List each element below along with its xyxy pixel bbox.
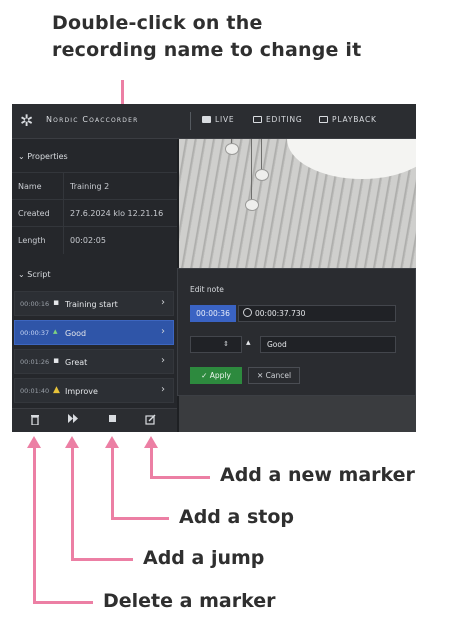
edit-note-title: Edit note — [190, 285, 224, 294]
jump-arrow-shaft — [71, 446, 74, 560]
edit-note-panel: Edit note 00:00:36 00:00:37.730 ⇕ ▴ Good… — [177, 268, 416, 396]
edit-icon — [253, 116, 262, 123]
nav-playback-label: PLAYBACK — [332, 115, 377, 124]
delete-arrow-leg — [33, 601, 93, 604]
property-divider — [63, 227, 64, 254]
script-heading[interactable]: ⌄ Script — [18, 270, 50, 279]
thumbs-up-icon: ▴ — [53, 327, 58, 337]
lamp — [255, 169, 269, 181]
nav-playback[interactable]: PLAYBACK — [319, 115, 377, 124]
warning-icon: ▲ — [53, 385, 60, 395]
chevron-updown-icon: ⇕ — [223, 340, 229, 348]
nav-editing[interactable]: EDITING — [253, 115, 303, 124]
rename-callout: Double-click on the recording name to ch… — [52, 10, 442, 64]
chevron-right-icon[interactable]: › — [161, 355, 165, 366]
cancel-button[interactable]: ✕ Cancel — [248, 367, 300, 384]
property-row-name[interactable]: Name Training 2 — [12, 172, 177, 200]
marker-item[interactable]: 00:01:40 ▲ Improve › — [14, 378, 174, 403]
brand-name: Nordic Coaccorder — [46, 115, 139, 124]
marker-time: 00:01:40 — [20, 387, 50, 395]
check-icon: ✓ — [201, 371, 210, 380]
lamp — [225, 143, 239, 155]
jump-arrow-leg — [71, 558, 133, 561]
marker-time: 00:00:37 — [20, 329, 50, 337]
marker-type-select[interactable]: ⇕ — [190, 336, 242, 353]
playback-icon — [319, 116, 328, 123]
camera-icon — [202, 116, 211, 123]
jump-icon[interactable] — [66, 414, 80, 428]
close-icon: ✕ — [256, 371, 266, 380]
marker-item[interactable]: 00:00:16 ▪ Training start › — [14, 291, 174, 316]
property-row-length: Length 00:02:05 — [12, 226, 177, 254]
marker-label-input[interactable]: Good — [260, 336, 396, 353]
cancel-label: Cancel — [265, 371, 292, 380]
lamp-wire — [251, 139, 252, 201]
stop-arrow-shaft — [111, 446, 114, 519]
jump-callout: Add a jump — [143, 547, 265, 569]
rename-callout-line-2: recording name to change it — [52, 39, 362, 61]
logo-icon: ✲ — [20, 111, 34, 130]
stop-arrow-leg — [111, 517, 169, 520]
marker-time-badge[interactable]: 00:00:36 — [190, 305, 236, 322]
marker-time-value: 00:00:37.730 — [255, 309, 306, 318]
property-value: 27.6.2024 klo 12.21.16 — [70, 209, 164, 218]
marker-time-input[interactable]: 00:00:37.730 — [238, 305, 396, 322]
property-key: Length — [18, 236, 46, 245]
apply-label: Apply — [209, 371, 231, 380]
nav-editing-label: EDITING — [266, 115, 303, 124]
property-divider — [63, 200, 64, 227]
marker-label: Improve — [65, 387, 98, 396]
marker-label: Training start — [65, 300, 118, 309]
stop-icon[interactable] — [105, 414, 119, 428]
script-toolbar — [12, 408, 177, 432]
app-window: ✲ Nordic Coaccorder LIVE EDITING PLAYBAC… — [12, 104, 416, 432]
rename-callout-line-1: Double-click on the — [52, 12, 263, 34]
add-marker-callout: Add a new marker — [220, 464, 415, 486]
property-row-created: Created 27.6.2024 klo 12.21.16 — [12, 199, 177, 227]
comment-icon: ▪ — [53, 298, 60, 308]
comment-icon: ▪ — [53, 356, 60, 366]
delete-arrow-shaft — [33, 446, 36, 603]
properties-heading[interactable]: ⌄ Properties — [18, 152, 68, 161]
marker-label: Great — [65, 358, 88, 367]
chevron-right-icon[interactable]: › — [161, 384, 165, 395]
trash-icon[interactable] — [28, 414, 42, 428]
chevron-right-icon[interactable]: › — [161, 326, 165, 337]
nav-live-label: LIVE — [215, 115, 235, 124]
nav-live[interactable]: LIVE — [202, 115, 234, 124]
marker-label: Good — [65, 329, 87, 338]
apply-button[interactable]: ✓ Apply — [190, 367, 242, 384]
marker-item-selected[interactable]: 00:00:37 ▴ Good › — [14, 320, 174, 345]
marker-time: 00:00:16 — [20, 300, 50, 308]
lamp-wire — [261, 139, 262, 171]
add-marker-arrow-shaft — [150, 446, 153, 478]
stop-callout: Add a stop — [179, 506, 295, 528]
chevron-right-icon[interactable]: › — [161, 297, 165, 308]
top-bar: ✲ Nordic Coaccorder LIVE EDITING PLAYBAC… — [12, 104, 416, 139]
thumbs-up-icon: ▴ — [246, 338, 251, 348]
property-key: Name — [18, 182, 42, 191]
delete-callout: Delete a marker — [103, 590, 276, 612]
property-key: Created — [18, 209, 50, 218]
add-marker-arrow-leg — [150, 476, 210, 479]
lamp — [245, 199, 259, 211]
marker-item[interactable]: 00:01:26 ▪ Great › — [14, 349, 174, 374]
property-divider — [63, 173, 64, 200]
clock-icon — [243, 308, 252, 317]
marker-time: 00:01:26 — [20, 358, 50, 366]
nav-separator — [190, 112, 191, 130]
property-value: 00:02:05 — [70, 236, 106, 245]
sidebar: ⌄ Properties Name Training 2 Created 27.… — [12, 139, 177, 432]
recording-name[interactable]: Training 2 — [70, 182, 109, 191]
add-marker-icon[interactable] — [143, 414, 157, 428]
